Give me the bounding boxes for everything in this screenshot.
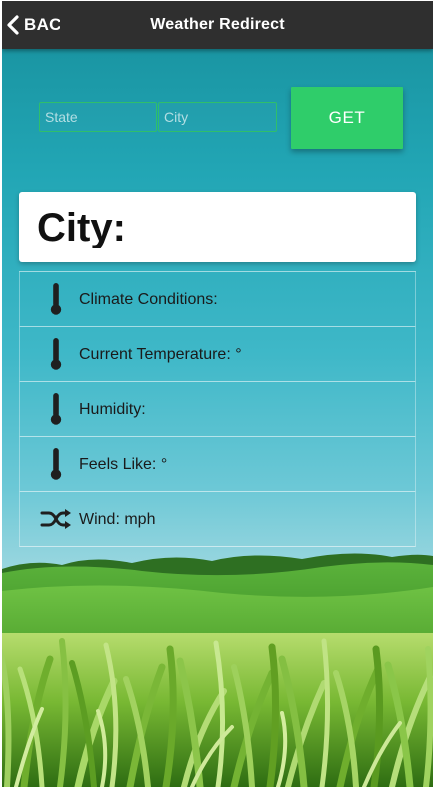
- page-title: Weather Redirect: [150, 16, 285, 33]
- list-item: Feels Like: °: [19, 437, 416, 492]
- app-screen: BAC Weather Redirect GET City: Climate C…: [2, 1, 433, 787]
- chevron-left-icon: [7, 15, 19, 35]
- thermometer-icon: [40, 437, 72, 491]
- thermometer-icon: [40, 272, 72, 326]
- climate-conditions-label: Climate Conditions:: [79, 291, 218, 308]
- state-input[interactable]: [39, 102, 157, 132]
- back-button-label: BAC: [24, 15, 60, 34]
- get-weather-button[interactable]: GET: [291, 87, 403, 149]
- city-card: City:: [19, 192, 416, 262]
- thermometer-icon: [40, 327, 72, 381]
- thermometer-icon: [40, 382, 72, 436]
- back-button[interactable]: BAC: [6, 1, 60, 49]
- weather-list: Climate Conditions: Current Temperature:…: [19, 271, 416, 547]
- app-header: BAC Weather Redirect: [2, 1, 433, 49]
- list-item: Humidity:: [19, 382, 416, 437]
- list-item: Current Temperature: °: [19, 327, 416, 382]
- current-temperature-label: Current Temperature: °: [79, 346, 242, 363]
- feels-like-label: Feels Like: °: [79, 456, 168, 473]
- list-item: Climate Conditions:: [19, 272, 416, 327]
- wind-label: Wind: mph: [79, 511, 156, 528]
- shuffle-icon: [40, 492, 72, 546]
- humidity-label: Humidity:: [79, 401, 146, 418]
- app-frame: BAC Weather Redirect GET City: Climate C…: [0, 0, 435, 793]
- city-heading: City:: [37, 206, 126, 248]
- city-input[interactable]: [158, 102, 277, 132]
- grass-landscape-background: [2, 553, 433, 787]
- list-item: Wind: mph: [19, 492, 416, 547]
